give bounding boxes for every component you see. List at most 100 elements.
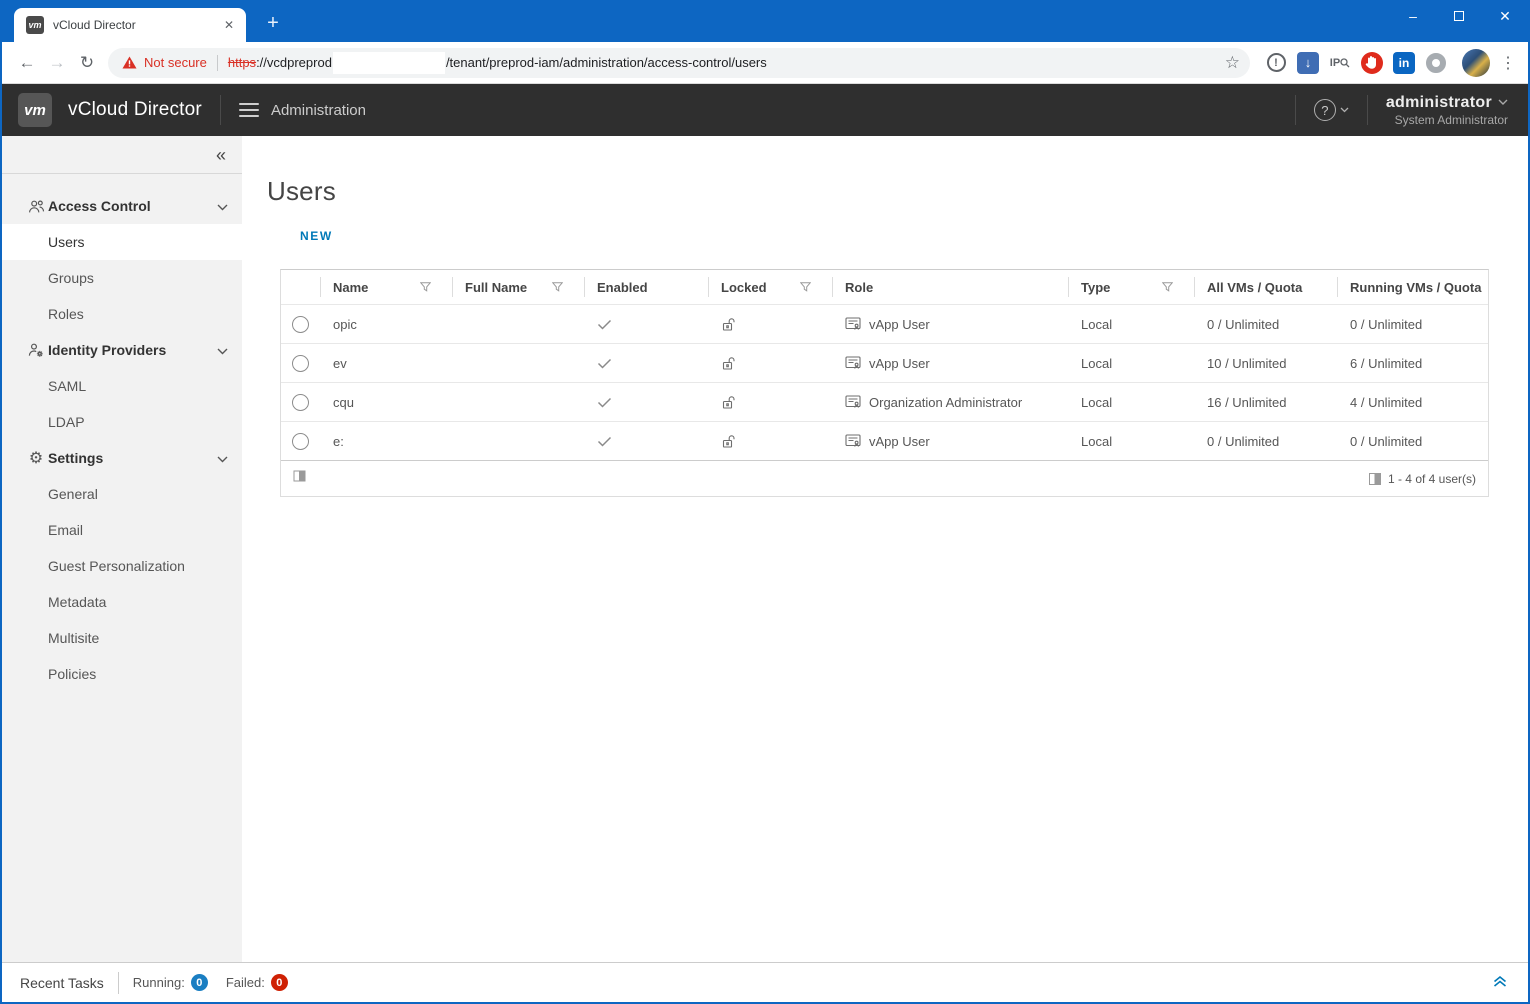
address-bar[interactable]: Not secure https://vcdpreprod/tenant/pre…: [108, 47, 1250, 78]
adblock-hand-extension-icon[interactable]: [1359, 50, 1385, 76]
url-text: https://vcdpreprod/tenant/preprod-iam/ad…: [228, 51, 1225, 74]
cell-name: ev: [333, 355, 347, 371]
cell-full-name: [453, 305, 585, 343]
download-extension-icon[interactable]: ↓: [1295, 50, 1321, 76]
table-row[interactable]: e: vApp User Local 0 / Unlimited 0 / Unl…: [281, 421, 1488, 460]
reload-button[interactable]: ↻: [72, 48, 102, 78]
filter-icon[interactable]: [1161, 280, 1174, 295]
cell-role: vApp User: [833, 305, 1069, 343]
sidebar-item-email[interactable]: Email: [2, 512, 242, 548]
cell-type: Local: [1081, 433, 1113, 449]
browser-menu-icon[interactable]: ⋮: [1496, 51, 1520, 75]
cell-role: vApp User: [833, 344, 1069, 382]
check-icon: [597, 436, 612, 447]
user-gear-icon: [26, 342, 46, 358]
sidebar-item-users[interactable]: Users: [2, 224, 242, 260]
linkedin-extension-icon[interactable]: in: [1391, 50, 1417, 76]
running-count-badge: 0: [190, 974, 208, 991]
sidebar-item-guest-personalization[interactable]: Guest Personalization: [2, 548, 242, 584]
cell-enabled: [585, 344, 709, 382]
filter-icon[interactable]: [551, 280, 564, 295]
sidebar-item-multisite[interactable]: Multisite: [2, 620, 242, 656]
unlock-icon: [722, 434, 735, 448]
sidebar-item-policies[interactable]: Policies: [2, 656, 242, 692]
browser-tab[interactable]: vm vCloud Director ✕: [14, 8, 246, 42]
filter-icon[interactable]: [799, 280, 812, 295]
info-extension-icon[interactable]: !: [1263, 50, 1289, 76]
column-header-name[interactable]: Name: [321, 270, 453, 304]
cell-locked: [709, 383, 833, 421]
sidebar-section-identity-providers[interactable]: Identity Providers: [2, 332, 242, 368]
cell-all-vms: 0 / Unlimited: [1207, 316, 1280, 332]
sidebar-item-ldap[interactable]: LDAP: [2, 404, 242, 440]
role-badge-icon: [845, 356, 861, 369]
column-header-locked[interactable]: Locked: [709, 270, 833, 304]
new-tab-button[interactable]: +: [260, 10, 286, 36]
cell-full-name: [453, 422, 585, 460]
unlock-icon: [722, 395, 735, 409]
cell-all-vms: 0 / Unlimited: [1207, 433, 1280, 449]
cell-locked: [709, 344, 833, 382]
sidebar-item-groups[interactable]: Groups: [2, 260, 242, 296]
user-menu[interactable]: administrator System Administrator: [1386, 94, 1508, 127]
cell-enabled: [585, 383, 709, 421]
row-select-radio[interactable]: [292, 315, 309, 333]
cell-locked: [709, 422, 833, 460]
pagination: 1 - 4 of 4 user(s): [1368, 471, 1476, 486]
ip-lookup-extension-icon[interactable]: IP: [1327, 50, 1353, 76]
url-redaction-box: [332, 51, 445, 74]
header-divider: [219, 95, 221, 125]
column-header-enabled[interactable]: Enabled: [585, 270, 709, 304]
hamburger-menu-icon[interactable]: [238, 103, 259, 117]
minimize-button[interactable]: –: [1390, 0, 1436, 32]
sidebar-item-metadata[interactable]: Metadata: [2, 584, 242, 620]
back-button[interactable]: ←: [12, 48, 42, 78]
tab-title: vCloud Director: [53, 18, 136, 32]
cell-running-vms: 0 / Unlimited: [1350, 433, 1423, 449]
row-select-radio[interactable]: [292, 432, 309, 450]
column-header-role[interactable]: Role: [833, 270, 1069, 304]
sidebar-item-roles[interactable]: Roles: [2, 296, 242, 332]
gray-ring-extension-icon[interactable]: [1423, 50, 1449, 76]
help-menu[interactable]: ?: [1313, 99, 1349, 121]
cell-locked: [709, 305, 833, 343]
sidebar-section-settings[interactable]: ⚙ Settings: [2, 440, 242, 476]
new-user-button[interactable]: NEW: [300, 229, 333, 243]
sidebar-section-label: Identity Providers: [48, 342, 167, 358]
filter-icon[interactable]: [419, 280, 432, 295]
chevron-down-icon: [1498, 99, 1508, 105]
maximize-button[interactable]: [1436, 0, 1482, 32]
url-divider: [216, 54, 218, 71]
column-header-type[interactable]: Type: [1069, 270, 1195, 304]
row-select-radio[interactable]: [292, 393, 309, 411]
table-row[interactable]: cqu Organization Administrator Local 16 …: [281, 382, 1488, 421]
tab-close-icon[interactable]: ✕: [220, 16, 238, 34]
column-header-running-vms[interactable]: Running VMs / Quota: [1338, 270, 1488, 304]
column-header-all-vms[interactable]: All VMs / Quota: [1195, 270, 1338, 304]
column-toggle-icon[interactable]: [293, 469, 307, 488]
status-divider: [117, 971, 119, 994]
table-row[interactable]: ev vApp User Local 10 / Unlimited 6 / Un…: [281, 343, 1488, 382]
row-select-radio[interactable]: [292, 354, 309, 372]
failed-tasks: Failed: 0: [226, 974, 288, 991]
close-button[interactable]: ✕: [1482, 0, 1528, 32]
sidebar-item-saml[interactable]: SAML: [2, 368, 242, 404]
profile-avatar[interactable]: [1462, 48, 1490, 77]
sidebar-section-label: Access Control: [48, 198, 151, 214]
table-footer: 1 - 4 of 4 user(s): [281, 460, 1488, 496]
pagination-icon: [1368, 472, 1381, 485]
sidebar-item-general[interactable]: General: [2, 476, 242, 512]
gear-icon: ⚙: [28, 448, 44, 467]
collapse-sidebar-icon[interactable]: «: [216, 146, 226, 164]
column-header-full-name[interactable]: Full Name: [453, 270, 585, 304]
expand-tasks-icon[interactable]: [1492, 973, 1508, 994]
bookmark-star-icon[interactable]: ☆: [1225, 53, 1240, 73]
pagination-label: 1 - 4 of 4 user(s): [1387, 471, 1476, 486]
user-role-label: System Administrator: [1394, 112, 1508, 127]
sidebar-section-access-control[interactable]: Access Control: [2, 188, 242, 224]
cell-type: Local: [1081, 394, 1113, 410]
cell-all-vms: 16 / Unlimited: [1207, 394, 1287, 410]
product-name: vCloud Director: [68, 99, 202, 120]
cell-full-name: [453, 344, 585, 382]
table-row[interactable]: opic vApp User Local 0 / Unlimited 0 / U…: [281, 304, 1488, 343]
